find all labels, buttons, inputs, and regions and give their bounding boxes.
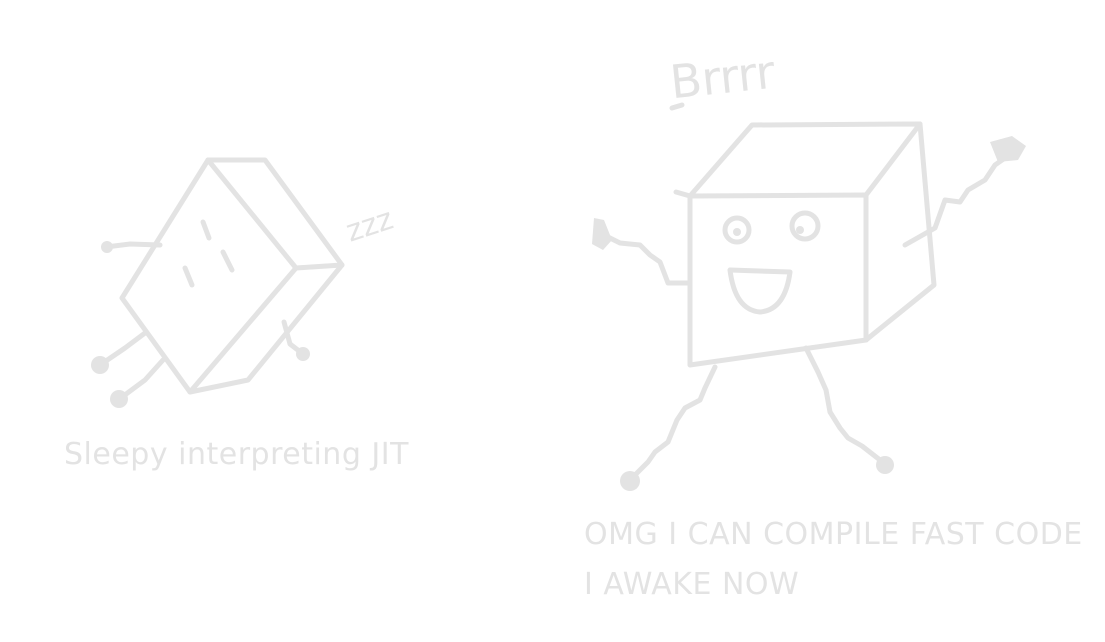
sleepy-box-top-face — [205, 157, 345, 271]
sleepy-box-side-face — [187, 262, 345, 395]
awake-sound-effect: Brrrr — [667, 44, 778, 110]
awake-jit-character — [592, 102, 1026, 491]
sleepy-box-front-face — [119, 157, 299, 395]
sleepy-arm-left — [103, 241, 163, 250]
awake-caption-line2: I AWAKE NOW — [584, 567, 800, 602]
sleepy-eye-right — [220, 249, 235, 273]
awake-caption-line1: OMG I CAN COMPILE FAST CODE — [584, 517, 1083, 552]
awake-leg-right — [803, 345, 883, 463]
awake-mouth — [727, 267, 793, 315]
sleepy-jit-character — [91, 157, 345, 408]
awake-box-corner-fold — [673, 189, 693, 288]
awake-hand-left — [592, 218, 612, 250]
awake-hand-right — [990, 136, 1026, 162]
sleepy-eye-left — [182, 265, 195, 288]
awake-eye-right — [789, 210, 821, 242]
awake-caption: OMG I CAN COMPILE FAST CODE I AWAKE NOW — [584, 510, 1083, 610]
awake-box-top-face — [687, 121, 923, 199]
awake-arm-left — [597, 230, 691, 286]
sleepy-mouth — [200, 219, 212, 241]
awake-arm-right — [902, 155, 1008, 248]
awake-box-front-face — [687, 192, 869, 368]
sleepy-caption: Sleepy interpreting JIT — [64, 437, 409, 472]
awake-leg-left — [629, 364, 718, 481]
